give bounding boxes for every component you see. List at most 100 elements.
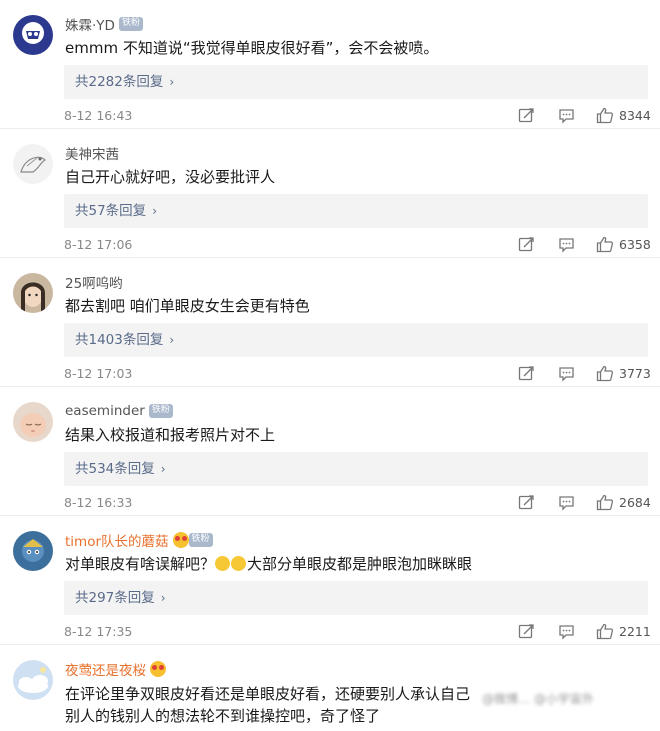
comment-text: 都去割吧 咱们单眼皮女生会更有特色 bbox=[65, 297, 310, 315]
like-count: 2211 bbox=[619, 624, 651, 639]
timestamp: 8-12 16:43 bbox=[64, 108, 133, 123]
laughing-emoji-icon bbox=[215, 556, 231, 571]
replies-count: 共57条回复 bbox=[75, 203, 147, 219]
view-replies-link[interactable]: 共1403条回复 › bbox=[64, 323, 648, 357]
repost-button[interactable] bbox=[518, 623, 535, 640]
replies-count: 共534条回复 bbox=[75, 461, 155, 477]
comment-icon bbox=[559, 367, 574, 382]
view-replies-link[interactable]: 共534条回复 › bbox=[64, 452, 648, 486]
watermark: @微博… @小宇宙外 bbox=[470, 688, 660, 710]
comment-item: 夜莺还是夜桜 在评论里争双眼皮好看还是单眼皮好看，还硬要别人承认自己 别人的钱别… bbox=[0, 645, 660, 725]
comment-text-line: 在评论里争双眼皮好看还是单眼皮好看，还硬要别人承认自己 bbox=[65, 685, 471, 703]
repost-icon bbox=[518, 366, 534, 381]
repost-icon bbox=[518, 624, 534, 639]
timestamp: 8-12 17:03 bbox=[64, 366, 133, 381]
reply-button[interactable] bbox=[558, 107, 575, 124]
laughing-emoji-icon bbox=[231, 556, 247, 571]
comment-meta: 8-12 16:33 2684 bbox=[64, 494, 651, 512]
like-button[interactable]: 8344 bbox=[596, 107, 651, 124]
name-row: 25啊呜哟 bbox=[65, 272, 123, 292]
thumbs-up-icon bbox=[596, 107, 614, 124]
view-replies-link[interactable]: 共2282条回复 › bbox=[64, 65, 648, 99]
name-row: easeminder 铁粉 bbox=[65, 401, 173, 421]
repost-button[interactable] bbox=[518, 107, 535, 124]
comment-icon bbox=[559, 238, 574, 253]
heart-eyes-icon bbox=[172, 532, 189, 548]
like-count: 3773 bbox=[619, 366, 651, 381]
like-button[interactable]: 3773 bbox=[596, 365, 651, 382]
comment-text-line: 别人的钱别人的想法轮不到谁操控吧，奇了怪了 bbox=[65, 707, 381, 725]
chevron-right-icon: › bbox=[169, 333, 175, 347]
timestamp: 8-12 17:06 bbox=[64, 237, 133, 252]
heart-eyes-icon bbox=[150, 661, 166, 677]
comment-text-start: 对单眼皮有啥误解吧？ bbox=[65, 555, 216, 573]
comment-item: 25啊呜哟 都去割吧 咱们单眼皮女生会更有特色 共1403条回复 › 8-12 1… bbox=[0, 258, 660, 387]
timestamp: 8-12 17:35 bbox=[64, 624, 133, 639]
comment-text: 结果入校报道和报考照片对不上 bbox=[65, 426, 276, 444]
replies-count: 共2282条回复 bbox=[75, 74, 164, 90]
view-replies-link[interactable]: 共57条回复 › bbox=[64, 194, 648, 228]
avatar[interactable] bbox=[13, 402, 53, 442]
chevron-right-icon: › bbox=[152, 204, 157, 218]
username[interactable]: 姝霖·YD bbox=[65, 14, 115, 34]
fan-badge: 铁粉 bbox=[148, 404, 173, 418]
chevron-right-icon: › bbox=[160, 462, 166, 476]
name-row: 夜莺还是夜桜 bbox=[65, 659, 166, 679]
comment-text-end: 大部分单眼皮都是肿眼泡加眯眯眼 bbox=[247, 555, 473, 573]
reply-button[interactable] bbox=[558, 623, 575, 640]
repost-button[interactable] bbox=[518, 494, 535, 511]
username[interactable]: 25啊呜哟 bbox=[65, 272, 123, 292]
like-count: 8344 bbox=[619, 108, 651, 123]
like-button[interactable]: 2684 bbox=[596, 494, 651, 511]
comment-text: 对单眼皮有啥误解吧？ 大部分单眼皮都是肿眼泡加眯眯眼 bbox=[65, 554, 650, 574]
comment-text: 自己开心就好吧，没必要批评人 bbox=[65, 168, 276, 186]
username[interactable]: 夜莺还是夜桜 bbox=[65, 659, 146, 679]
like-count: 2684 bbox=[619, 495, 651, 510]
like-count: 6358 bbox=[619, 237, 651, 252]
repost-icon bbox=[518, 108, 534, 123]
name-row: 美神宋茜 bbox=[65, 143, 119, 163]
thumbs-up-icon bbox=[596, 236, 614, 253]
avatar[interactable] bbox=[13, 273, 53, 313]
reply-button[interactable] bbox=[558, 236, 575, 253]
comment-icon bbox=[559, 496, 574, 511]
avatar[interactable] bbox=[13, 144, 53, 184]
comment-meta: 8-12 17:35 2211 bbox=[64, 623, 651, 641]
fan-badge: 铁粉 bbox=[118, 17, 143, 31]
comment-item: 姝霖·YD 铁粉 emmm 不知道说“我觉得单眼皮很好看”，会不会被喷。 共22… bbox=[0, 0, 660, 129]
thumbs-up-icon bbox=[596, 623, 614, 640]
reply-button[interactable] bbox=[558, 365, 575, 382]
name-row: timor队长的蘑菇 铁粉 bbox=[65, 530, 213, 550]
fan-badge: 铁粉 bbox=[188, 533, 213, 547]
username[interactable]: timor队长的蘑菇 bbox=[65, 530, 169, 550]
like-button[interactable]: 2211 bbox=[596, 623, 651, 640]
name-row: 姝霖·YD 铁粉 bbox=[65, 14, 143, 34]
like-button[interactable]: 6358 bbox=[596, 236, 651, 253]
comment-item: 美神宋茜 自己开心就好吧，没必要批评人 共57条回复 › 8-12 17:06 6… bbox=[0, 129, 660, 258]
comment-icon bbox=[559, 625, 574, 640]
username[interactable]: easeminder bbox=[65, 403, 145, 419]
avatar[interactable] bbox=[13, 15, 53, 55]
replies-count: 共297条回复 bbox=[75, 590, 155, 606]
view-replies-link[interactable]: 共297条回复 › bbox=[64, 581, 648, 615]
comment-meta: 8-12 17:06 6358 bbox=[64, 236, 651, 254]
comment-item: timor队长的蘑菇 铁粉 对单眼皮有啥误解吧？ 大部分单眼皮都是肿眼泡加眯眯眼 … bbox=[0, 516, 660, 645]
comment-text: emmm 不知道说“我觉得单眼皮很好看”，会不会被喷。 bbox=[65, 39, 439, 57]
repost-icon bbox=[518, 237, 534, 252]
replies-count: 共1403条回复 bbox=[75, 332, 164, 348]
reply-button[interactable] bbox=[558, 494, 575, 511]
username[interactable]: 美神宋茜 bbox=[65, 143, 119, 163]
comment-icon bbox=[559, 109, 574, 124]
thumbs-up-icon bbox=[596, 494, 614, 511]
avatar[interactable] bbox=[13, 660, 53, 700]
timestamp: 8-12 16:33 bbox=[64, 495, 133, 510]
avatar[interactable] bbox=[13, 531, 53, 571]
thumbs-up-icon bbox=[596, 365, 614, 382]
repost-icon bbox=[518, 495, 534, 510]
chevron-right-icon: › bbox=[160, 591, 166, 605]
vip-badge: 铁粉 bbox=[172, 532, 213, 548]
comment-meta: 8-12 17:03 3773 bbox=[64, 365, 651, 383]
repost-button[interactable] bbox=[518, 236, 535, 253]
repost-button[interactable] bbox=[518, 365, 535, 382]
comment-item: easeminder 铁粉 结果入校报道和报考照片对不上 共534条回复 › 8-… bbox=[0, 387, 660, 516]
